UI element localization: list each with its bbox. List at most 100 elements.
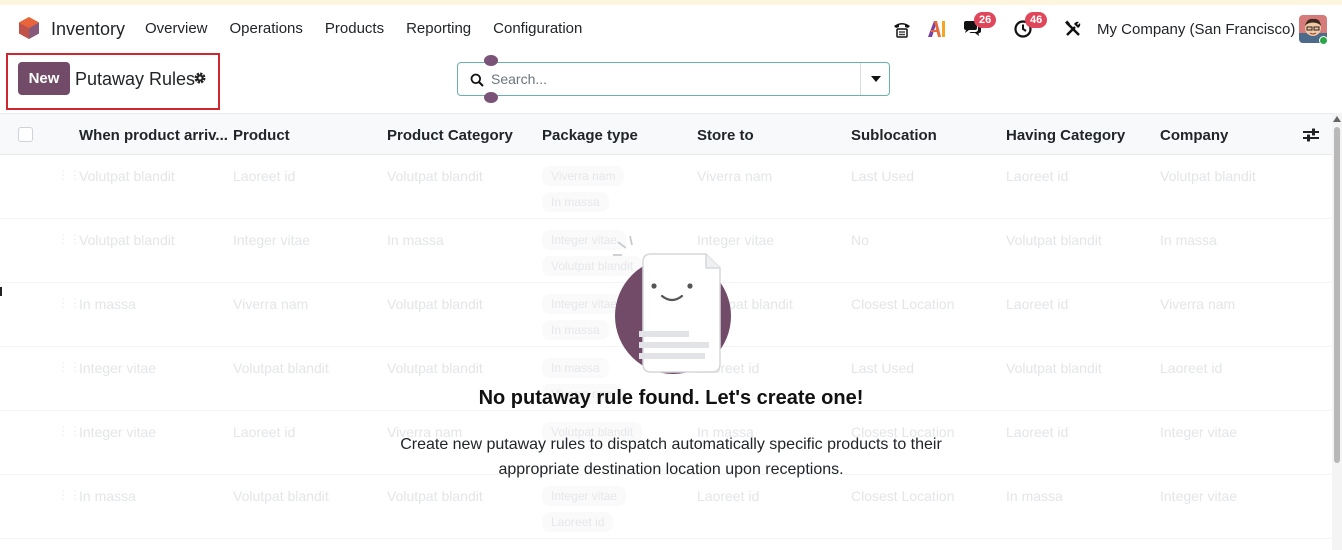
table-header: When product arriv... Product Product Ca… [0,113,1332,155]
cell-packages: Integer vitae Laoreet id [542,486,627,538]
cell-company: Laoreet id [1160,360,1223,376]
column-header-company[interactable]: Company [1160,127,1228,144]
search-options-toggle[interactable] [861,63,890,95]
search-input[interactable] [491,71,851,87]
empty-state-description: Create new putaway rules to dispatch aut… [400,436,942,478]
cell-having-category: Laoreet id [1006,296,1069,312]
scroll-up-arrow[interactable] [1333,116,1341,122]
cell-when: In massa [79,488,136,504]
cell-having-category: Volutpat blandit [1006,232,1102,248]
cell-product: Volutpat blandit [233,360,329,376]
messages-button[interactable]: 26 [960,12,997,43]
table-row: ⋮⋮ Volutpat blandit Laoreet id Volutpat … [0,155,1332,219]
cell-sublocation: No [851,232,869,248]
menu-configuration[interactable]: Configuration [493,20,582,37]
inventory-app-icon[interactable] [17,16,41,40]
app-name[interactable]: Inventory [51,19,125,40]
package-tag: Laoreet id [542,512,614,532]
select-all-checkbox[interactable] [18,127,33,142]
menu-products[interactable]: Products [325,20,384,37]
navbar: Inventory Overview Operations Products R… [0,5,1342,51]
cell-product: Integer vitae [233,232,311,248]
caret-down-icon [870,76,881,82]
package-tag: Viverra nam [542,166,625,186]
debug-tools-button[interactable] [1062,15,1084,43]
vertical-scrollbar[interactable] [1332,113,1342,550]
cell-store-to: Laoreet id [697,488,760,504]
cell-sublocation: Closest Location [851,488,955,504]
cell-category: Volutpat blandit [387,360,483,376]
menu-reporting[interactable]: Reporting [406,20,471,37]
cell-category: Volutpat blandit [387,488,483,504]
main-menu: Overview Operations Products Reporting C… [145,20,604,37]
online-status-dot [1319,36,1328,45]
cell-company: Integer vitae [1160,488,1238,504]
cell-when: Integer vitae [79,424,157,440]
cell-sublocation: Last Used [851,168,915,184]
optional-columns-icon[interactable] [1303,128,1319,142]
column-header-store-to[interactable]: Store to [697,127,754,144]
column-header-when-product-arrives[interactable]: When product arriv... [79,127,228,144]
cell-product: Viverra nam [233,296,309,312]
column-header-package-type[interactable]: Package type [542,127,638,144]
column-header-product[interactable]: Product [233,127,290,144]
cell-having-category: Volutpat blandit [1006,360,1102,376]
search-bar [457,62,890,96]
drag-handle-icon: ⋮⋮ [57,232,81,246]
cell-when: Volutpat blandit [79,168,175,184]
cell-having-category: Laoreet id [1006,424,1069,440]
search-icon [470,73,484,87]
cell-having-category: Laoreet id [1006,168,1069,184]
ai-button[interactable] [925,15,949,43]
drag-handle-icon: ⋮⋮ [57,296,81,310]
package-tag: Integer vitae [542,486,627,506]
phone-icon [894,23,910,38]
gear-icon[interactable] [193,71,207,85]
menu-overview[interactable]: Overview [145,20,208,37]
cell-packages: Viverra nam In massa [542,166,625,218]
drag-handle-icon: ⋮⋮ [57,168,81,182]
cell-category: In massa [387,232,444,248]
cell-company: In massa [1160,232,1217,248]
package-tag: In massa [542,192,609,212]
cell-category: Volutpat blandit [387,296,483,312]
empty-state-title: No putaway rule found. Let's create one! [478,387,864,409]
cell-category: Volutpat blandit [387,168,483,184]
ai-icon [928,21,945,37]
cell-when: Volutpat blandit [79,232,175,248]
cell-product: Volutpat blandit [233,488,329,504]
resize-handle-top[interactable] [484,55,498,66]
cell-company: Viverra nam [1160,296,1236,312]
cell-having-category: In massa [1006,488,1063,504]
phone-button[interactable] [890,15,914,43]
cell-company: Volutpat blandit [1160,168,1256,184]
scroll-thumb[interactable] [1334,127,1340,463]
package-tag: In massa [542,358,609,378]
cell-product: Laoreet id [233,168,296,184]
drag-handle-icon: ⋮⋮ [57,360,81,374]
drag-handle-icon: ⋮⋮ [57,424,81,438]
cell-sublocation: Last Used [851,360,915,376]
cell-when: In massa [79,296,136,312]
column-header-having-category[interactable]: Having Category [1006,127,1125,144]
messages-badge: 26 [974,12,997,28]
cell-when: Integer vitae [79,360,157,376]
activities-button[interactable]: 46 [1011,12,1048,43]
cell-sublocation: Closest Location [851,296,955,312]
menu-operations[interactable]: Operations [230,20,303,37]
cell-store-to: Viverra nam [697,168,773,184]
tools-icon [1065,20,1081,36]
breadcrumb-title: Putaway Rules [75,69,196,89]
column-header-sublocation[interactable]: Sublocation [851,127,937,144]
text-cursor-mark [0,287,2,296]
cell-company: Integer vitae [1160,424,1238,440]
activities-badge: 46 [1025,12,1048,28]
empty-document-illustration [613,236,731,374]
resize-handle-bottom[interactable] [484,92,498,103]
company-switcher[interactable]: My Company (San Francisco) [1097,21,1295,38]
new-button[interactable]: New [18,62,70,95]
column-header-product-category[interactable]: Product Category [387,127,513,144]
package-tag: In massa [542,320,609,340]
cell-product: Laoreet id [233,424,296,440]
drag-handle-icon: ⋮⋮ [57,488,81,502]
